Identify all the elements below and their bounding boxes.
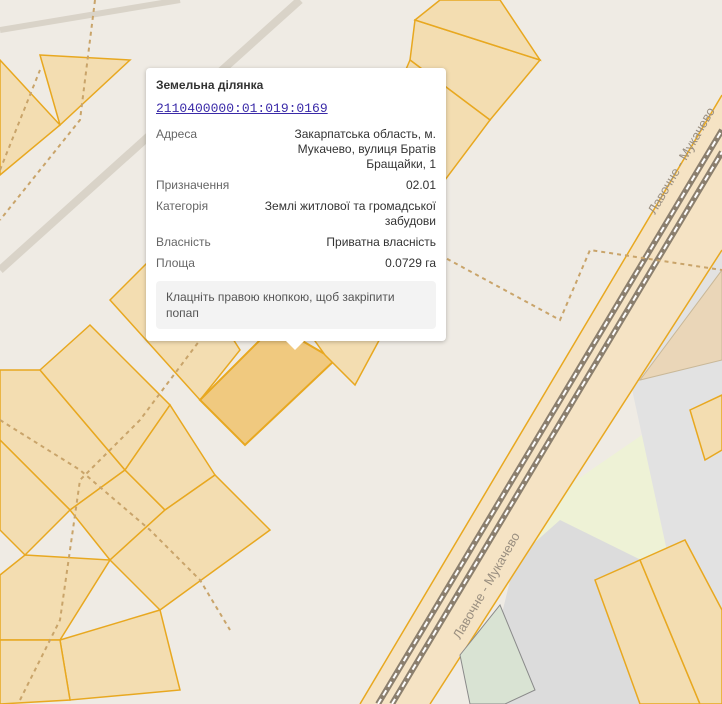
popup-row-purpose: Призначення 02.01 xyxy=(156,178,436,193)
popup-title: Земельна ділянка xyxy=(156,78,264,92)
row-label: Власність xyxy=(156,235,211,249)
popup-row-area: Площа 0.0729 га xyxy=(156,256,436,271)
popup-hint: Клацніть правою кнопкою, щоб закріпити п… xyxy=(156,281,436,329)
popup-row-ownership: Власність Приватна власність xyxy=(156,235,436,250)
parcel[interactable] xyxy=(0,554,112,641)
popup-row-address: Адреса Закарпатська область, м. Мукачево… xyxy=(156,127,436,172)
row-label: Категорія xyxy=(156,199,209,213)
row-value: 0.0729 га xyxy=(385,256,436,270)
parcel[interactable] xyxy=(38,54,132,127)
row-value: Закарпатська область, м. Мукачево, вулиц… xyxy=(294,127,436,171)
row-value: 02.01 xyxy=(405,178,436,192)
road-line xyxy=(0,0,181,33)
parcel-info-popup[interactable]: Земельна ділянка 2110400000:01:019:0169 … xyxy=(146,68,446,350)
parcel[interactable] xyxy=(59,609,181,701)
row-value: Землі житлової та громадської забудови xyxy=(264,199,436,228)
row-label: Площа xyxy=(156,256,195,270)
parcel[interactable] xyxy=(0,639,71,704)
cadastral-number-link[interactable]: 2110400000:01:019:0169 xyxy=(156,101,328,116)
row-label: Призначення xyxy=(156,178,230,192)
row-label: Адреса xyxy=(156,127,198,141)
row-value: Приватна власність xyxy=(326,235,436,249)
popup-row-category: Категорія Землі житлової та громадської … xyxy=(156,199,436,229)
